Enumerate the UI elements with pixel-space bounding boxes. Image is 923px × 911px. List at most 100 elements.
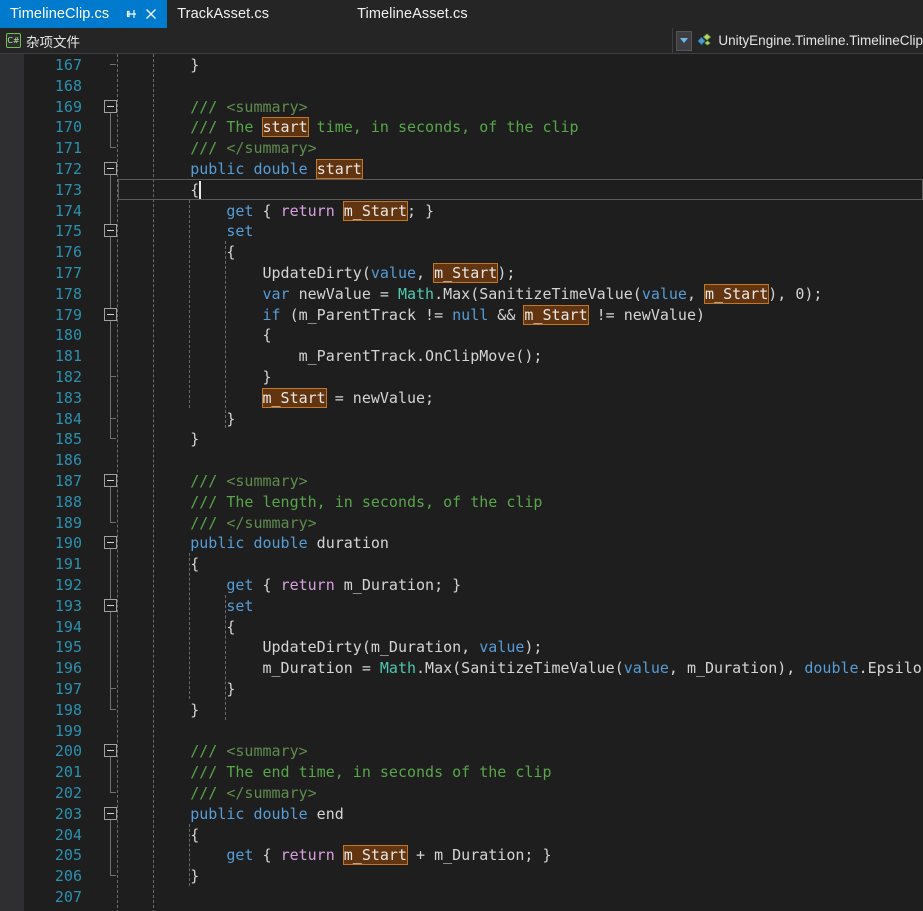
- code-line[interactable]: 194 {: [0, 617, 923, 638]
- code-line[interactable]: 193 set: [0, 596, 923, 617]
- close-icon[interactable]: [143, 6, 159, 22]
- collapse-toggle[interactable]: [104, 99, 117, 113]
- code-line[interactable]: 173 {: [0, 180, 923, 201]
- code-line[interactable]: 205 get { return m_Start + m_Duration; }: [0, 845, 923, 866]
- code-line[interactable]: 189 /// </summary>: [0, 513, 923, 534]
- code-line[interactable]: 201 /// The end time, in seconds of the …: [0, 762, 923, 783]
- code-line[interactable]: 199: [0, 721, 923, 742]
- code-line[interactable]: 195 UpdateDirty(m_Duration, value);: [0, 637, 923, 658]
- code-text: set: [118, 221, 253, 242]
- line-number: 181: [54, 347, 82, 366]
- code-token: Math: [379, 659, 417, 678]
- code-line[interactable]: 190 public double duration: [0, 533, 923, 554]
- collapse-toggle[interactable]: [104, 536, 117, 550]
- line-number: 201: [54, 763, 82, 782]
- code-line[interactable]: 206 }: [0, 866, 923, 887]
- code-text: /// <summary>: [118, 471, 307, 492]
- code-line[interactable]: 184 }: [0, 409, 923, 430]
- code-line[interactable]: 171 /// </summary>: [0, 138, 923, 159]
- code-line[interactable]: 169 /// <summary>: [0, 97, 923, 118]
- code-line[interactable]: 203 public double end: [0, 804, 923, 825]
- code-token: {: [226, 243, 236, 262]
- line-number: 177: [54, 264, 82, 282]
- code-line[interactable]: 183 m_Start = newValue;: [0, 387, 923, 409]
- code-text: /// </summary>: [118, 783, 316, 804]
- code-line[interactable]: 176 {: [0, 242, 923, 263]
- tab-timelineclip-cs[interactable]: TimelineClip.cs: [0, 0, 168, 28]
- code-line[interactable]: 198 }: [0, 700, 923, 721]
- collapse-toggle[interactable]: [104, 806, 117, 820]
- line-number: 171: [54, 139, 82, 158]
- csharp-file-icon: C#: [6, 33, 21, 48]
- code-token: double: [253, 804, 308, 823]
- code-token: return: [280, 201, 335, 220]
- code-line[interactable]: 187 /// <summary>: [0, 471, 923, 492]
- code-line[interactable]: 192 get { return m_Duration; }: [0, 575, 923, 596]
- navigation-bar: C# 杂项文件 UnityEngine.Timeline.TimelineCli…: [0, 28, 923, 54]
- chevron-down-icon[interactable]: [676, 30, 693, 51]
- code-text: }: [118, 367, 272, 388]
- pin-icon[interactable]: [124, 6, 140, 22]
- collapse-toggle[interactable]: [104, 744, 117, 758]
- code-line[interactable]: 182 }: [0, 367, 923, 388]
- collapse-toggle[interactable]: [104, 224, 117, 238]
- code-token: }: [190, 700, 200, 719]
- outline-rail: [110, 812, 111, 876]
- code-text: if (m_ParentTrack != null && m_Start != …: [118, 304, 705, 326]
- code-text: {: [118, 242, 235, 263]
- code-line[interactable]: 168: [0, 76, 923, 97]
- code-line[interactable]: 178 var newValue = Math.Max(SanitizeTime…: [0, 283, 923, 305]
- code-line[interactable]: 174 get { return m_Start; }: [0, 200, 923, 222]
- code-line[interactable]: 186: [0, 450, 923, 471]
- collapse-toggle[interactable]: [104, 598, 117, 612]
- tab-label: TimelineClip.cs: [10, 6, 110, 22]
- code-line[interactable]: 200 /// <summary>: [0, 741, 923, 762]
- code-line[interactable]: 179 if (m_ParentTrack != null && m_Start…: [0, 304, 923, 326]
- code-token: m_ParentTrack.OnClipMove();: [298, 347, 543, 366]
- code-line[interactable]: 177 UpdateDirty(value, m_Start);: [0, 263, 923, 284]
- line-number: 182: [54, 368, 82, 386]
- code-line[interactable]: 204 {: [0, 825, 923, 846]
- code-token: ,: [686, 284, 706, 303]
- collapse-toggle[interactable]: [104, 162, 117, 175]
- code-line[interactable]: 185 }: [0, 429, 923, 450]
- code-line[interactable]: 175 set: [0, 221, 923, 242]
- code-line[interactable]: 172 public double start: [0, 159, 923, 180]
- line-number: 194: [54, 617, 82, 636]
- code-text: m_Start = newValue;: [118, 387, 434, 409]
- code-text: public double start: [118, 159, 363, 180]
- code-editor[interactable]: 167 } 168 169 /// <summary> 170 /// The sta…: [0, 54, 923, 911]
- code-line[interactable]: 181 m_ParentTrack.OnClipMove();: [0, 346, 923, 367]
- line-number: 192: [54, 576, 82, 594]
- project-context-selector[interactable]: C# 杂项文件: [0, 28, 88, 53]
- collapse-toggle[interactable]: [104, 307, 117, 321]
- code-token: <summary>: [226, 742, 308, 761]
- code-token: + m_Duration; }: [407, 846, 552, 865]
- code-line[interactable]: 170 /// The start time, in seconds, of t…: [0, 117, 923, 138]
- code-line[interactable]: 197 }: [0, 679, 923, 700]
- code-token: , m_Duration),: [668, 659, 805, 678]
- property-icon: [696, 33, 713, 48]
- code-line[interactable]: 207: [0, 887, 923, 908]
- code-line[interactable]: 188 /// The length, in seconds, of the c…: [0, 492, 923, 513]
- code-token: return: [280, 846, 335, 865]
- code-token: UpdateDirty: [262, 264, 362, 282]
- line-number: 204: [54, 825, 82, 844]
- code-line[interactable]: 167 }: [0, 55, 923, 76]
- tab-timelineasset-cs[interactable]: TimelineAsset.cs: [347, 0, 480, 28]
- code-text: /// The end time, in seconds of the clip: [118, 762, 551, 783]
- code-token: (m_Duration,: [361, 638, 480, 657]
- code-line[interactable]: 196 m_Duration = Math.Max(SanitizeTimeVa…: [0, 658, 923, 679]
- code-line[interactable]: 191 {: [0, 554, 923, 575]
- code-line[interactable]: 180 {: [0, 325, 923, 346]
- tab-trackasset-cs[interactable]: TrackAsset.cs: [167, 0, 282, 28]
- code-line[interactable]: 202 /// </summary>: [0, 783, 923, 804]
- type-member-selector[interactable]: UnityEngine.Timeline.TimelineClip: [672, 28, 923, 53]
- code-surface[interactable]: 167 } 168 169 /// <summary> 170 /// The sta…: [0, 54, 923, 911]
- code-token: }: [190, 867, 200, 886]
- collapse-toggle[interactable]: [104, 474, 117, 487]
- line-number: 172: [54, 160, 82, 178]
- indent-guide: [117, 54, 118, 911]
